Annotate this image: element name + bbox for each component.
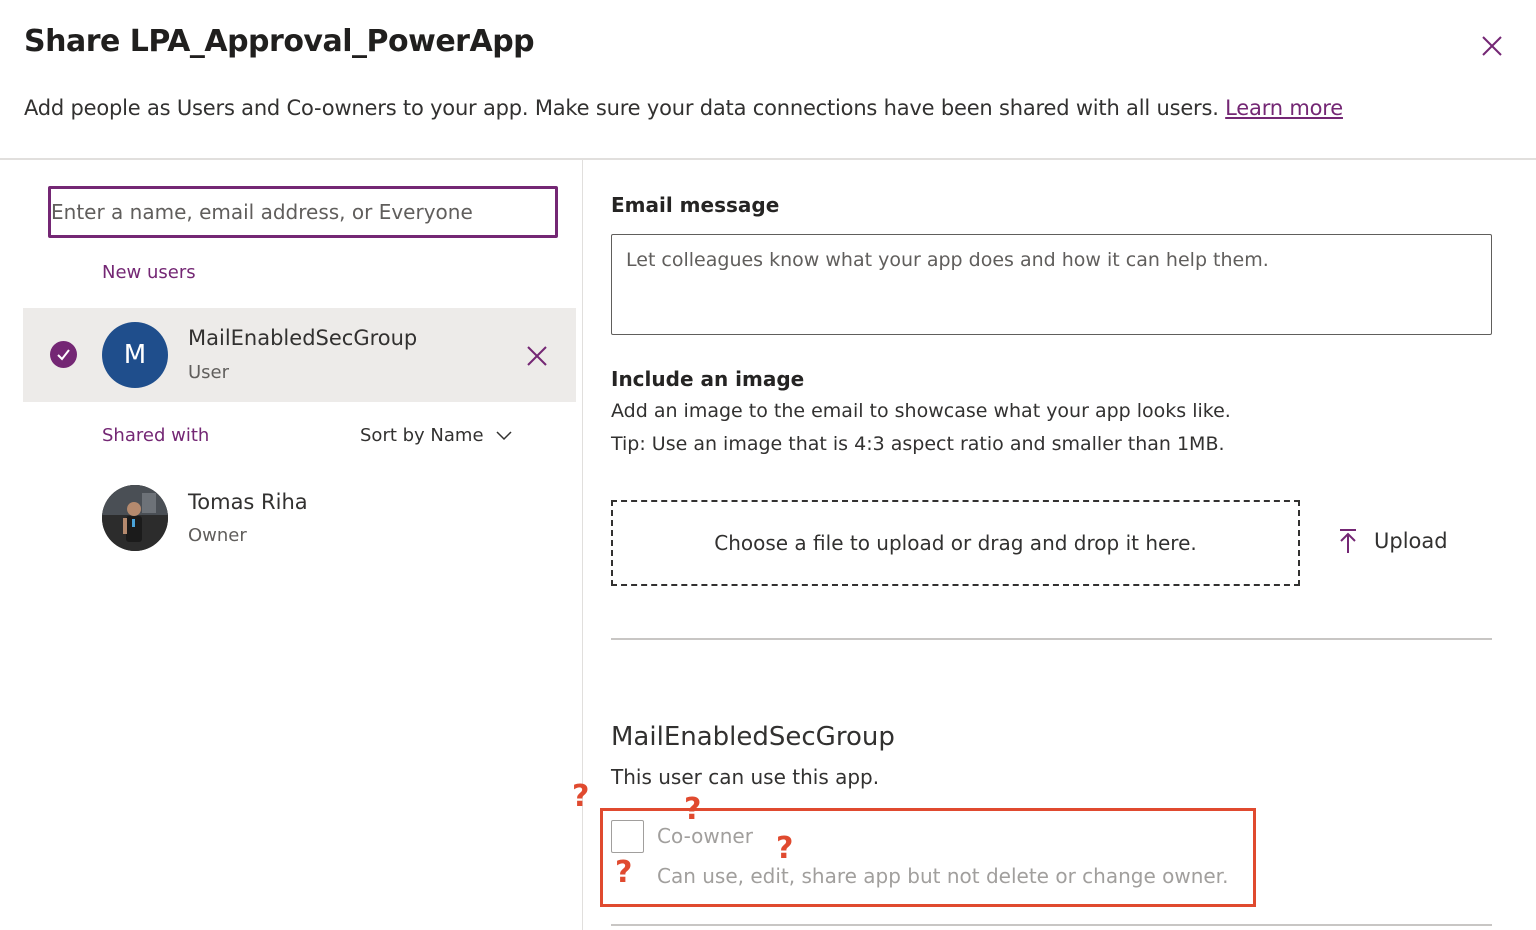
check-icon bbox=[57, 349, 70, 361]
upload-label: Upload bbox=[1374, 529, 1448, 553]
sort-dropdown[interactable]: Sort by Name bbox=[360, 425, 512, 446]
panel-divider bbox=[582, 160, 583, 930]
user-photo bbox=[102, 485, 168, 551]
close-icon[interactable] bbox=[1478, 32, 1506, 60]
coowner-description: Can use, edit, share app but not delete … bbox=[657, 864, 1229, 888]
learn-more-link[interactable]: Learn more bbox=[1225, 96, 1343, 120]
dropzone-text: Choose a file to upload or drag and drop… bbox=[714, 531, 1197, 555]
dialog-title: Share LPA_Approval_PowerApp bbox=[24, 24, 535, 59]
section-divider bbox=[611, 924, 1492, 926]
image-heading: Include an image bbox=[611, 367, 805, 391]
coowner-checkbox[interactable] bbox=[611, 820, 644, 853]
upload-icon bbox=[1340, 529, 1356, 553]
question-mark-annotation: ? bbox=[572, 779, 590, 814]
email-message-input[interactable] bbox=[611, 234, 1492, 335]
chevron-down-icon bbox=[496, 430, 512, 440]
section-divider bbox=[611, 638, 1492, 640]
file-dropzone[interactable]: Choose a file to upload or drag and drop… bbox=[611, 500, 1300, 586]
shared-user-role: Owner bbox=[188, 525, 247, 546]
question-mark-annotation: ? bbox=[615, 855, 633, 890]
new-user-role: User bbox=[188, 362, 230, 383]
selected-check[interactable] bbox=[50, 341, 77, 368]
question-mark-annotation: ? bbox=[684, 792, 702, 827]
email-heading: Email message bbox=[611, 193, 780, 217]
upload-button[interactable]: Upload bbox=[1338, 528, 1448, 554]
new-user-row[interactable]: M MailEnabledSecGroup User bbox=[23, 308, 576, 402]
permission-description: This user can use this app. bbox=[611, 765, 880, 789]
image-description: Add an image to the email to showcase wh… bbox=[611, 400, 1231, 422]
coowner-label: Co-owner bbox=[657, 824, 753, 848]
shared-with-label: Shared with bbox=[102, 425, 210, 446]
permission-user-name: MailEnabledSecGroup bbox=[611, 722, 895, 752]
subtitle-text: Add people as Users and Co-owners to you… bbox=[24, 96, 1219, 120]
question-mark-annotation: ? bbox=[776, 831, 794, 866]
avatar: M bbox=[102, 322, 168, 388]
dialog-subtitle: Add people as Users and Co-owners to you… bbox=[24, 96, 1343, 120]
sort-label: Sort by Name bbox=[360, 425, 484, 446]
new-user-name: MailEnabledSecGroup bbox=[188, 326, 418, 350]
remove-icon[interactable] bbox=[525, 344, 549, 368]
image-tip: Tip: Use an image that is 4:3 aspect rat… bbox=[611, 433, 1225, 455]
people-search-input[interactable] bbox=[48, 186, 558, 238]
avatar bbox=[102, 485, 168, 551]
new-users-label: New users bbox=[102, 262, 196, 283]
shared-user-name: Tomas Riha bbox=[188, 490, 308, 514]
header-divider bbox=[0, 158, 1536, 160]
